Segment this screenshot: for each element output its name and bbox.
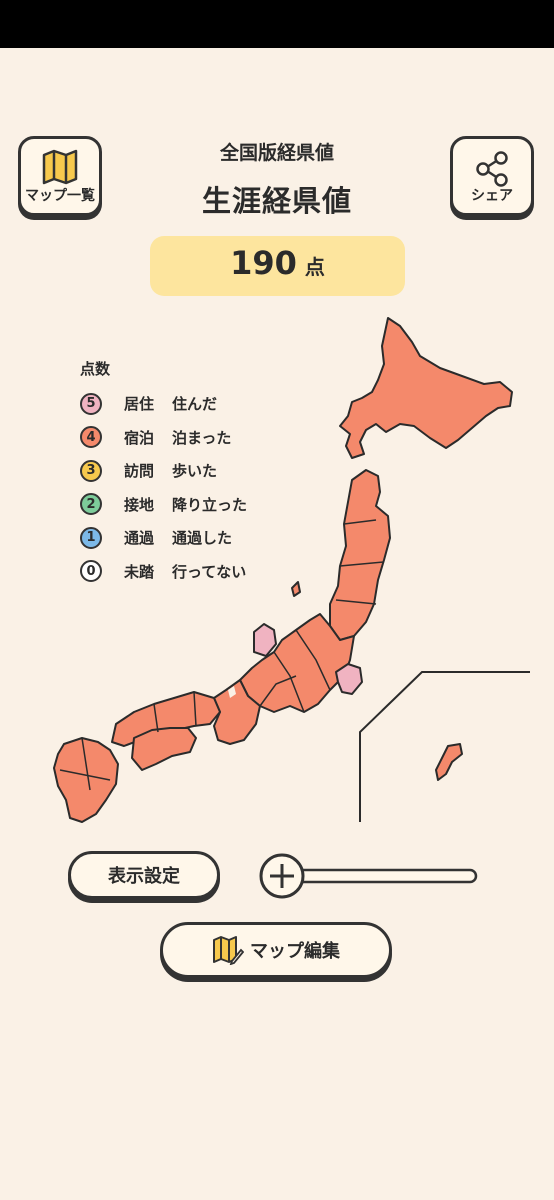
legend-description: 通過した: [172, 529, 233, 548]
prefecture-hokkaido[interactable]: [339, 317, 513, 459]
legend-description: 泊まった: [172, 428, 232, 447]
legend-row: 5 居住 住んだ: [80, 387, 247, 421]
legend-description: 行ってない: [172, 562, 247, 581]
display-settings-label: 表示設定: [108, 866, 180, 887]
legend-name: 接地: [124, 495, 155, 514]
display-settings-button[interactable]: 表示設定: [68, 851, 220, 899]
legend-score-circle: 2: [80, 493, 102, 516]
zoom-track[interactable]: [282, 868, 478, 884]
region-tohoku[interactable]: [329, 469, 391, 641]
prefecture-chiba[interactable]: [335, 663, 363, 695]
legend-score-circle: 1: [80, 526, 102, 549]
legend-row: 2 接地 降り立った: [80, 488, 247, 522]
score-value: 190: [230, 244, 297, 282]
score-display: 190 点: [150, 236, 405, 296]
status-bar: [0, 0, 554, 48]
map-edit-icon: [212, 935, 244, 965]
sado-island[interactable]: [291, 581, 301, 597]
map-edit-label: マップ編集: [250, 941, 340, 962]
region-shikoku[interactable]: [131, 727, 197, 771]
legend-row: 1 通過 通過した: [80, 521, 247, 555]
legend-score-circle: 5: [80, 392, 102, 415]
zoom-plus-icon[interactable]: [259, 853, 305, 899]
legend-row: 4 宿泊 泊まった: [80, 421, 247, 455]
score-unit: 点: [304, 255, 325, 279]
legend-row: 3 訪問 歩いた: [80, 454, 247, 488]
prefecture-okinawa[interactable]: [435, 743, 463, 781]
legend-score-circle: 0: [80, 560, 102, 583]
legend-score-circle: 4: [80, 426, 102, 449]
legend-name: 未踏: [124, 562, 155, 581]
share-button[interactable]: シェア: [450, 136, 534, 216]
legend-name: 訪問: [124, 462, 155, 481]
prefecture-ishikawa[interactable]: [253, 623, 277, 657]
legend-heading: 点数: [80, 360, 111, 378]
legend-description: 住んだ: [172, 395, 218, 414]
legend-name: 宿泊: [124, 428, 155, 447]
legend: 点数 5 居住 住んだ 4 宿泊 泊まった 3 訪問 歩いた 2 接地 降り立った 1 通過 通過した 0 未踏…: [80, 358, 247, 588]
legend-description: 歩いた: [172, 462, 218, 481]
legend-row: 0 未踏 行ってない: [80, 555, 247, 589]
legend-score-circle: 3: [80, 459, 102, 482]
map-edit-button[interactable]: マップ編集: [160, 922, 392, 978]
legend-name: 居住: [124, 395, 155, 414]
share-icon: [472, 149, 512, 193]
zoom-slider[interactable]: [258, 852, 480, 900]
legend-description: 降り立った: [172, 495, 248, 514]
legend-name: 通過: [124, 529, 155, 548]
okinawa-inset-frame: [359, 671, 530, 822]
